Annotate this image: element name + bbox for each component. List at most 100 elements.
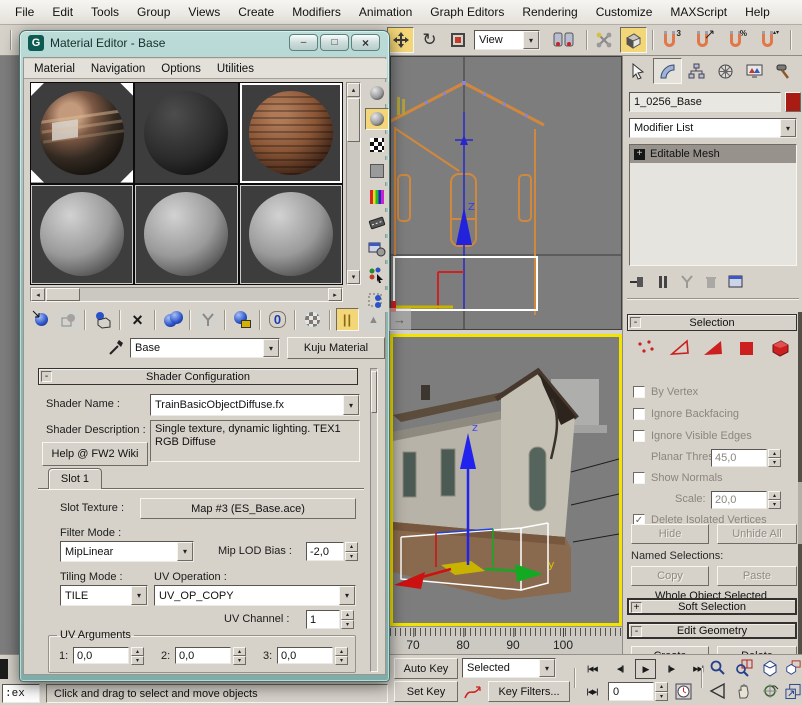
material-name-combo[interactable]: Base ▾ xyxy=(130,338,280,358)
uv-arg2-spinner[interactable]: ▴▾ xyxy=(233,647,246,664)
sample-slot[interactable] xyxy=(135,185,237,285)
params-scrollbar-thumb[interactable] xyxy=(371,371,377,413)
reference-coordinate-combo[interactable]: View ▾ xyxy=(474,30,540,50)
checkbox-by-vertex[interactable]: ✓ By Vertex xyxy=(633,386,698,398)
modifier-list-combo[interactable]: Modifier List ▾ xyxy=(629,118,797,138)
selection-set-combo[interactable]: Selected ▾ xyxy=(462,658,556,678)
material-id-channel-button[interactable]: 0 xyxy=(266,308,289,331)
vertex-icon[interactable] xyxy=(635,338,657,358)
menu-item-create[interactable]: Create xyxy=(229,1,283,23)
rollout-edit-geometry[interactable]: - Edit Geometry xyxy=(627,622,797,639)
sample-slot-selected[interactable] xyxy=(240,83,342,183)
pan-button[interactable] xyxy=(732,680,755,702)
face-icon[interactable] xyxy=(702,338,724,358)
key-filters-button[interactable]: Key Filters... xyxy=(488,681,570,702)
mip-lod-bias-spinner[interactable]: ▴▾ xyxy=(345,542,358,561)
paste-button[interactable]: Paste xyxy=(717,566,797,586)
chevron-down-icon[interactable]: ▾ xyxy=(343,395,359,415)
assign-material-to-selection-button[interactable] xyxy=(91,308,114,331)
select-and-scale-button[interactable] xyxy=(444,27,471,53)
uv-operation-combo[interactable]: UV_OP_COPY ▾ xyxy=(154,585,356,606)
mated-menu-item-options[interactable]: Options xyxy=(159,61,211,77)
configure-modifier-sets-icon[interactable] xyxy=(727,274,745,290)
uv-channel-spinner[interactable]: ▴▾ xyxy=(341,610,354,629)
menu-item-animation[interactable]: Animation xyxy=(350,1,421,23)
percent-snap-button[interactable]: % xyxy=(722,27,749,53)
checkbox-ignore-backfacing[interactable]: ✓ Ignore Backfacing xyxy=(633,408,739,420)
video-color-check-button[interactable] xyxy=(365,186,389,208)
select-and-rotate-button[interactable]: ↻ xyxy=(416,27,443,53)
menu-item-tools[interactable]: Tools xyxy=(82,1,128,23)
current-frame-field[interactable]: 0 xyxy=(608,682,654,701)
mip-lod-bias-field[interactable]: -2,0 xyxy=(306,542,344,561)
collapse-icon[interactable]: - xyxy=(41,371,52,382)
pin-stack-icon[interactable] xyxy=(629,274,647,290)
frame-spinner[interactable]: ▴▾ xyxy=(655,682,668,701)
uv-arg1-spinner[interactable]: ▴▾ xyxy=(131,647,144,664)
planar-thresh-spinner[interactable]: ▴▾ xyxy=(768,449,781,467)
minimize-button[interactable]: – xyxy=(289,34,318,51)
options-button[interactable] xyxy=(365,238,389,260)
shader-name-combo[interactable]: TrainBasicObjectDiffuse.fx ▾ xyxy=(150,394,360,416)
uv-arg2-field[interactable]: 0,0 xyxy=(175,647,231,664)
menu-item-edit[interactable]: Edit xyxy=(43,1,82,23)
min-max-toggle-button[interactable] xyxy=(784,680,802,702)
put-material-to-scene-button[interactable] xyxy=(56,308,79,331)
tab-modify-active[interactable] xyxy=(653,58,682,84)
viewport-perspective-active[interactable]: z y xyxy=(390,334,622,626)
field-of-view-button[interactable] xyxy=(706,680,729,702)
sample-slot[interactable] xyxy=(240,185,342,285)
expand-icon[interactable]: + xyxy=(631,602,642,613)
scroll-left-icon[interactable]: ◂ xyxy=(31,288,45,301)
reset-map-mtl-button[interactable]: × xyxy=(126,308,149,331)
make-material-copy-button[interactable] xyxy=(161,308,184,331)
element-icon[interactable] xyxy=(769,338,791,358)
zoom-all-button[interactable] xyxy=(732,657,755,679)
object-name-field[interactable]: 1_0256_Base xyxy=(629,92,781,112)
polygon-icon[interactable] xyxy=(736,338,758,358)
planar-thresh-field[interactable]: 45,0 xyxy=(711,449,767,467)
menu-item-rendering[interactable]: Rendering xyxy=(513,1,586,23)
checkbox-icon[interactable]: ✓ xyxy=(633,472,645,484)
menu-item-file[interactable]: File xyxy=(6,1,43,23)
chevron-down-icon[interactable]: ▾ xyxy=(780,119,796,137)
tab-display[interactable] xyxy=(740,58,769,84)
panel-scrollbar-thumb[interactable] xyxy=(798,482,802,544)
hide-button[interactable]: Hide xyxy=(631,524,709,544)
use-pivot-point-center-button[interactable] xyxy=(548,27,579,53)
key-mode-toggle-button[interactable]: |◀▶| xyxy=(580,682,604,702)
slots-horizontal-scrollbar[interactable]: ◂ ▸ xyxy=(30,287,343,302)
rollout-soft-selection[interactable]: + Soft Selection xyxy=(627,598,797,615)
menu-item-modifiers[interactable]: Modifiers xyxy=(283,1,350,23)
copy-button[interactable]: Copy xyxy=(631,566,709,586)
material-editor-titlebar[interactable]: G Material Editor - Base xyxy=(28,35,165,51)
unhide-all-button[interactable]: Unhide All xyxy=(717,524,797,544)
sample-slot[interactable] xyxy=(31,83,133,183)
expand-plus-icon[interactable]: + xyxy=(634,149,645,160)
uv-arg1-field[interactable]: 0,0 xyxy=(73,647,129,664)
scroll-down-icon[interactable]: ▾ xyxy=(347,270,360,284)
spinner-snap-button[interactable]: ▴▾ xyxy=(754,27,781,53)
checkbox-icon[interactable]: ✓ xyxy=(633,430,645,442)
close-button[interactable]: × xyxy=(351,34,380,51)
play-button[interactable]: ▶ xyxy=(635,659,656,679)
menu-item-group[interactable]: Group xyxy=(128,1,179,23)
sample-type-button[interactable] xyxy=(365,82,389,104)
collapse-icon[interactable]: - xyxy=(631,626,642,637)
scrollbar-thumb[interactable] xyxy=(347,98,360,142)
tab-motion[interactable] xyxy=(711,58,740,84)
uv-arg3-spinner[interactable]: ▴▾ xyxy=(335,647,348,664)
chevron-down-icon[interactable]: ▾ xyxy=(523,31,539,49)
material-type-button[interactable]: Kuju Material xyxy=(287,337,385,359)
show-end-result-button[interactable]: || xyxy=(336,308,359,331)
scroll-right-icon[interactable]: ▸ xyxy=(328,288,342,301)
scroll-up-icon[interactable]: ▴ xyxy=(347,83,360,97)
menu-item-maxscript[interactable]: MAXScript xyxy=(661,1,736,23)
tiling-mode-combo[interactable]: TILE ▾ xyxy=(60,585,148,606)
slot-texture-button[interactable]: Map #3 (ES_Base.ace) xyxy=(140,498,356,519)
uv-arg3-field[interactable]: 0,0 xyxy=(277,647,333,664)
select-and-move-button[interactable] xyxy=(387,27,414,53)
show-end-result-icon[interactable] xyxy=(656,274,670,290)
rollout-selection[interactable]: - Selection xyxy=(627,314,797,331)
set-key-filters-curve-button[interactable] xyxy=(461,681,484,702)
